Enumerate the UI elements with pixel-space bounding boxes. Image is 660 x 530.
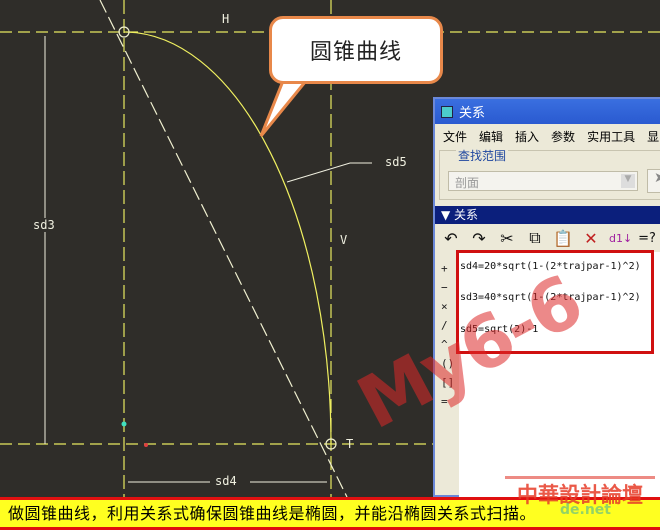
menu-edit[interactable]: 编辑 [479, 128, 503, 145]
op-plus[interactable]: + [441, 259, 454, 278]
copy-icon[interactable]: ⧉ [525, 228, 545, 248]
find-scope-group: 查找范围 剖面 ▼ ➤ [439, 147, 660, 200]
op-minus[interactable]: − [441, 278, 454, 297]
sketch-point [121, 421, 127, 427]
dimension-sd4[interactable]: sd4 [215, 474, 237, 488]
undo-icon[interactable]: ↶ [441, 229, 461, 248]
pointer-icon: ➤ [654, 170, 660, 186]
menu-file[interactable]: 文件 [443, 128, 467, 145]
select-pointer-button[interactable]: ➤ [647, 169, 660, 193]
paste-icon[interactable]: 📋 [553, 229, 573, 248]
callout-bubble: 圆锥曲线 [269, 16, 443, 84]
find-scope-select[interactable]: 剖面 ▼ [448, 171, 638, 191]
sd5-leader [286, 162, 372, 183]
find-scope-value: 剖面 [455, 176, 480, 190]
find-scope-legend: 查找范围 [456, 147, 509, 164]
sort-icon[interactable]: d1↓ [609, 232, 632, 245]
callout-tail [259, 76, 312, 137]
label-t: T [346, 437, 354, 451]
cut-icon[interactable]: ✂ [497, 229, 517, 248]
menu-insert[interactable]: 插入 [515, 128, 539, 145]
forum-logo-url: de.net [560, 502, 611, 518]
dimension-sd5[interactable]: sd5 [385, 155, 407, 169]
menu-bar: 文件 编辑 插入 参数 实用工具 显 [435, 124, 660, 148]
section-title: 关系 [454, 208, 479, 222]
dialog-title: 关系 [459, 106, 486, 121]
label-h: H [222, 12, 230, 26]
sketch-point [144, 443, 148, 447]
menu-display[interactable]: 显 [647, 128, 659, 145]
menu-parameters[interactable]: 参数 [551, 128, 575, 145]
label-v: V [340, 233, 348, 247]
relations-toolbar: ↶ ↷ ✂ ⧉ 📋 ✕ d1↓ =? [441, 227, 657, 249]
redo-icon[interactable]: ↷ [469, 229, 489, 248]
collapse-icon: ▼ [441, 208, 455, 222]
chevron-down-icon[interactable]: ▼ [621, 174, 635, 188]
menu-utilities[interactable]: 实用工具 [587, 128, 635, 145]
dialog-titlebar[interactable]: 关系 [435, 99, 660, 124]
delete-icon[interactable]: ✕ [581, 229, 601, 248]
evaluate-icon[interactable]: =? [637, 231, 657, 246]
relations-section-header[interactable]: ▼ 关系 [435, 206, 660, 224]
app-icon [441, 105, 453, 118]
dimension-sd3[interactable]: sd3 [33, 218, 55, 232]
